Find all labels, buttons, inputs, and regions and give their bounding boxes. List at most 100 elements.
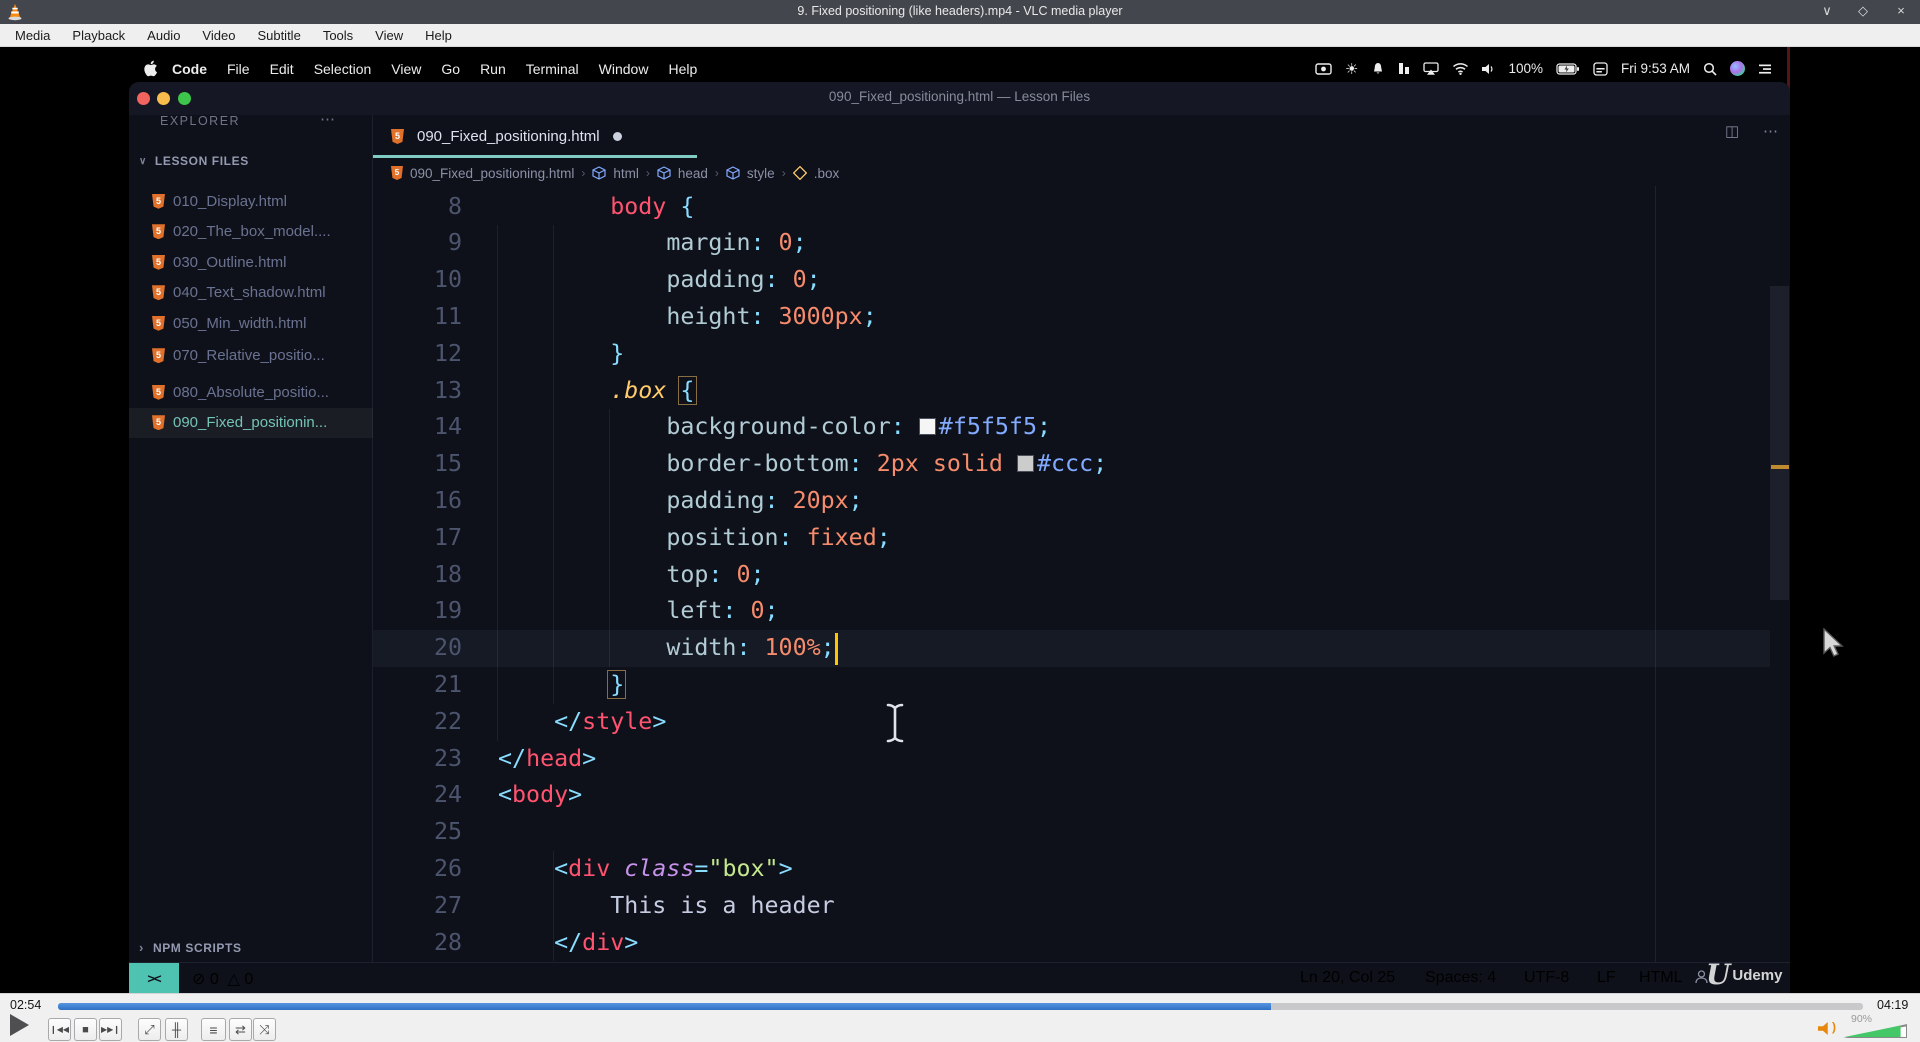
- macos-menubar: Code File Edit Selection View Go Run Terminal W…: [129, 58, 1790, 79]
- current-line-highlight: [373, 630, 1770, 667]
- problems-status[interactable]: ⊘ 0 △ 0: [192, 969, 253, 989]
- mac-menu-edit[interactable]: Edit: [260, 61, 304, 77]
- breadcrumb[interactable]: 5 090_Fixed_positioning.html › html › he…: [391, 160, 839, 186]
- previous-button[interactable]: ❙◀◀: [48, 1018, 71, 1041]
- mac-menu-view[interactable]: View: [381, 61, 431, 77]
- screen-record-icon[interactable]: [1315, 62, 1332, 75]
- file-name: 020_The_box_model....: [173, 223, 331, 241]
- eol-status[interactable]: LF: [1597, 969, 1616, 987]
- fullscreen-button[interactable]: ⤢: [138, 1018, 161, 1041]
- apple-icon: [144, 60, 157, 77]
- vlc-menu-view[interactable]: View: [364, 24, 414, 47]
- video-display-area[interactable]: Code File Edit Selection View Go Run Terminal W…: [0, 47, 1920, 993]
- mac-menu-run[interactable]: Run: [470, 61, 516, 77]
- remote-indicator[interactable]: ><: [129, 963, 179, 993]
- vlc-window-title: 9. Fixed positioning (like headers).mp4 …: [797, 4, 1123, 18]
- notification-center-icon[interactable]: [1758, 63, 1772, 75]
- text-caret: [835, 633, 838, 665]
- vlc-menu-playback[interactable]: Playback: [61, 24, 136, 47]
- random-button[interactable]: ⤨: [253, 1018, 276, 1041]
- sidebar-section-npm-scripts[interactable]: › NPM SCRIPTS: [139, 940, 242, 955]
- airplay-icon[interactable]: [1423, 62, 1440, 75]
- active-tab-indicator: [373, 155, 697, 158]
- mac-menu-go[interactable]: Go: [431, 61, 470, 77]
- mac-menu-selection[interactable]: Selection: [304, 61, 382, 77]
- encoding-status[interactable]: UTF-8: [1524, 969, 1569, 987]
- vlc-menu-subtitle[interactable]: Subtitle: [246, 24, 311, 47]
- loop-button[interactable]: ⇄: [229, 1018, 252, 1041]
- mac-menu-window[interactable]: Window: [589, 61, 659, 77]
- unsaved-changes-dot[interactable]: [612, 132, 622, 141]
- breadcrumb-html[interactable]: html: [613, 166, 639, 181]
- vlc-menu-audio[interactable]: Audio: [136, 24, 191, 47]
- stop-button[interactable]: ■: [74, 1018, 97, 1041]
- breadcrumb-head[interactable]: head: [678, 166, 708, 181]
- mac-menu-file[interactable]: File: [217, 61, 260, 77]
- file-item-010-display-html[interactable]: 5 010_Display.html: [129, 186, 373, 217]
- html5-file-icon: 5: [152, 315, 165, 331]
- vlc-menu-tools[interactable]: Tools: [312, 24, 364, 47]
- npm-scripts-label: NPM SCRIPTS: [152, 940, 242, 955]
- vlc-menubar: Media Playback Audio Video Subtitle Tools View…: [0, 24, 1920, 47]
- volume-slider[interactable]: [1843, 1024, 1907, 1038]
- html5-file-icon: 5: [152, 415, 165, 431]
- modified-line-marker: [1771, 465, 1789, 469]
- html5-file-icon: 5: [152, 384, 165, 400]
- volume-speaker-icon[interactable]: [1818, 1022, 1828, 1035]
- breadcrumb-box[interactable]: .box: [814, 166, 840, 181]
- chevron-separator-icon: ›: [781, 166, 786, 180]
- file-item-070-relative-positio-[interactable]: 5 070_Relative_positio...: [129, 341, 373, 372]
- error-count: 0: [209, 971, 219, 988]
- vlc-menu-video[interactable]: Video: [191, 24, 246, 47]
- bell-icon[interactable]: [1371, 62, 1385, 76]
- file-item-080-absolute-positio-[interactable]: 5 080_Absolute_positio...: [129, 377, 373, 408]
- app-status-icon[interactable]: [1398, 62, 1410, 75]
- vlc-close-button[interactable]: ×: [1890, 3, 1912, 18]
- indent-guide: [553, 851, 554, 961]
- calendar-icon[interactable]: [1593, 61, 1608, 76]
- symbol-cube-icon: [657, 165, 671, 181]
- menubar-clock[interactable]: Fri 9:53 AM: [1621, 61, 1690, 76]
- playlist-button[interactable]: ≡: [201, 1018, 226, 1041]
- file-item-030-outline-html[interactable]: 5 030_Outline.html: [129, 247, 373, 278]
- html5-file-icon: 5: [152, 193, 165, 209]
- vlc-maximize-button[interactable]: ◇: [1852, 3, 1874, 19]
- file-item-040-text-shadow-html[interactable]: 5 040_Text_shadow.html: [129, 278, 373, 309]
- file-item-020-the-box-model-[interactable]: 5 020_The_box_model....: [129, 217, 373, 248]
- mac-menu-code[interactable]: Code: [162, 61, 217, 77]
- breadcrumb-style[interactable]: style: [747, 166, 775, 181]
- file-name: 010_Display.html: [173, 192, 287, 210]
- extended-settings-button[interactable]: ╫: [165, 1018, 188, 1041]
- vlc-menu-help[interactable]: Help: [414, 24, 463, 47]
- editor-more-actions-icon[interactable]: ⋯: [1763, 122, 1778, 140]
- file-name: 080_Absolute_positio...: [173, 383, 329, 401]
- vlc-menu-media[interactable]: Media: [4, 24, 61, 47]
- explorer-header: EXPLORER: [160, 114, 241, 128]
- tab-090-fixed-positioning[interactable]: 5 090_Fixed_positioning.html: [373, 115, 697, 158]
- file-item-090-fixed-positionin-[interactable]: 5 090_Fixed_positionin...: [129, 407, 373, 438]
- volume-menubar-icon[interactable]: [1482, 63, 1495, 75]
- mac-menu-terminal[interactable]: Terminal: [516, 61, 589, 77]
- language-mode-status[interactable]: HTML: [1639, 969, 1683, 987]
- wifi-icon[interactable]: [1452, 62, 1469, 75]
- file-item-050-min-width-html[interactable]: 5 050_Min_width.html: [129, 308, 373, 339]
- mac-menu-help[interactable]: Help: [658, 61, 707, 77]
- split-editor-icon[interactable]: ◫: [1725, 122, 1739, 140]
- warning-count: 0: [244, 971, 254, 988]
- bracket-match-box: [607, 670, 626, 699]
- cursor-position-status[interactable]: Ln 20, Col 25: [1300, 969, 1395, 987]
- indent-guide: [497, 225, 498, 741]
- editor-scrollbar[interactable]: [1770, 286, 1789, 600]
- udemy-watermark: U Udemy: [1706, 958, 1782, 991]
- play-button[interactable]: [10, 1014, 29, 1036]
- vlc-minimize-button[interactable]: ∨: [1816, 3, 1838, 19]
- vlc-control-bar: 02:54 04:19 ❙◀◀ ■ ▶▶❙ ⤢ ╫ ≡ ⇄ ⤨ 90% ): [0, 993, 1920, 1042]
- siri-icon[interactable]: [1730, 61, 1745, 76]
- indentation-status[interactable]: Spaces: 4: [1425, 969, 1496, 987]
- search-icon[interactable]: [1703, 62, 1717, 76]
- brightness-icon[interactable]: ☀: [1345, 60, 1358, 78]
- next-button[interactable]: ▶▶❙: [99, 1018, 122, 1041]
- breadcrumb-file[interactable]: 090_Fixed_positioning.html: [410, 166, 574, 181]
- sidebar-section-lesson-files[interactable]: ∨ LESSON FILES: [139, 154, 249, 168]
- explorer-more-actions-icon[interactable]: ⋯: [320, 110, 337, 128]
